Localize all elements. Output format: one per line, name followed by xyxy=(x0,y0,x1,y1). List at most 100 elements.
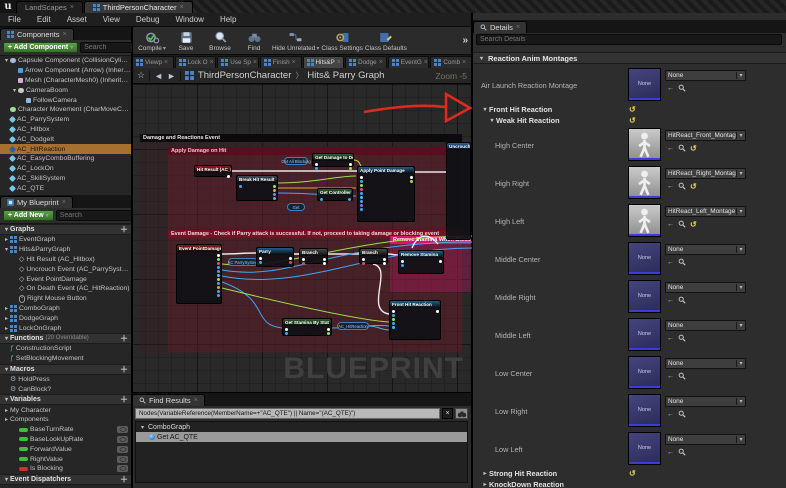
close-icon[interactable]: × xyxy=(253,59,257,66)
expander-icon[interactable]: ▸ xyxy=(3,236,10,243)
save-button[interactable]: Save xyxy=(170,27,202,54)
add-new-button[interactable]: + Add New ▾ xyxy=(3,210,54,221)
asset-dropdown[interactable]: None ▾ xyxy=(665,244,746,255)
section-header-variables[interactable]: ▾ Variables ＋ xyxy=(0,394,131,406)
expander-icon[interactable]: ▾ xyxy=(3,246,10,253)
variable-visibility-eye-icon[interactable] xyxy=(117,426,128,434)
asset-dropdown[interactable]: None ▾ xyxy=(665,396,746,407)
close-icon[interactable]: × xyxy=(63,31,67,38)
reset-to-default-icon[interactable]: ↺ xyxy=(690,182,697,190)
asset-thumbnail[interactable]: None xyxy=(628,68,661,101)
menu-help[interactable]: Help xyxy=(212,13,244,26)
use-selected-asset-icon[interactable]: ← xyxy=(667,145,674,152)
class-defaults-button[interactable]: Class Defaults xyxy=(365,27,407,54)
expander-icon[interactable]: ▾ xyxy=(11,87,18,94)
nav-forward-icon[interactable]: ► xyxy=(167,71,176,81)
my-blueprint-item[interactable]: ▸ EventGraph xyxy=(0,235,131,245)
add-icon[interactable]: ＋ xyxy=(120,364,128,375)
menu-asset[interactable]: Asset xyxy=(59,13,95,26)
components-tree-item[interactable]: Arrow Component (Arrow) (Inherited) xyxy=(0,66,131,76)
expander-icon[interactable]: ▸ xyxy=(3,315,10,322)
close-icon[interactable]: × xyxy=(194,397,198,404)
asset-thumbnail[interactable]: None xyxy=(628,394,661,427)
browse-to-asset-icon[interactable] xyxy=(678,258,686,266)
my-blueprint-item[interactable]: ▸ My Character xyxy=(0,405,131,415)
variable-visibility-eye-icon[interactable] xyxy=(117,435,128,443)
toolbar-overflow-chevrons[interactable]: » xyxy=(462,35,468,46)
add-icon[interactable]: ＋ xyxy=(120,474,128,485)
section-header-event-dispatchers[interactable]: ▾ Event Dispatchers ＋ xyxy=(0,473,131,485)
tab-components[interactable]: Components × xyxy=(0,28,74,40)
find-button[interactable]: Find xyxy=(238,27,270,54)
my-blueprint-item[interactable]: ◇ On Death Event (AC_HitReaction) xyxy=(0,284,131,294)
my-blueprint-item[interactable]: ◇ Uncrouch Event (AC_ParrySystem) xyxy=(0,264,131,274)
use-selected-asset-icon[interactable]: ← xyxy=(667,221,674,228)
browse-to-asset-icon[interactable] xyxy=(678,144,686,152)
add-icon[interactable]: ＋ xyxy=(120,394,128,405)
browse-to-asset-icon[interactable] xyxy=(678,410,686,418)
components-tree-item[interactable]: FollowCamera xyxy=(0,95,131,105)
blueprint-graph-canvas[interactable]: BLUEPRINT Damage and Reactions Event Appl… xyxy=(132,84,472,392)
breadcrumb-root[interactable]: ThirdPersonCharacter xyxy=(198,70,291,81)
my-blueprint-item[interactable]: ▸ Components xyxy=(0,415,131,425)
add-icon[interactable]: ＋ xyxy=(120,224,128,235)
tab-find-results[interactable]: Find Results × xyxy=(132,394,205,406)
asset-dropdown[interactable]: None ▾ xyxy=(665,320,746,331)
close-icon[interactable]: × xyxy=(292,59,296,66)
my-blueprint-item[interactable]: ForwardValue xyxy=(0,444,131,454)
nav-back-icon[interactable]: ◄ xyxy=(154,71,163,81)
graph-tab-usesp[interactable]: Use Sp × xyxy=(217,56,259,68)
my-blueprint-item[interactable]: RightValue xyxy=(0,454,131,464)
tab-details[interactable]: Details × xyxy=(473,21,528,33)
asset-dropdown[interactable]: None ▾ xyxy=(665,282,746,293)
asset-thumbnail[interactable]: None xyxy=(628,318,661,351)
my-blueprint-item[interactable]: BaseTurnRate xyxy=(0,425,131,435)
use-selected-asset-icon[interactable]: ← xyxy=(667,449,674,456)
my-blueprint-item[interactable]: ƒ SetBlockingMovement xyxy=(0,354,131,364)
details-group-weak-hit-reaction[interactable]: ▾ Weak Hit Reaction ↺ xyxy=(473,115,786,126)
my-blueprint-item[interactable]: ƒ ConstructionScript xyxy=(0,344,131,354)
my-blueprint-item[interactable]: ▾ Hits&ParryGraph xyxy=(0,245,131,255)
section-header-macros[interactable]: ▾ Macros ＋ xyxy=(0,363,131,375)
graph-tab-eventg[interactable]: EventG × xyxy=(387,56,430,68)
asset-dropdown[interactable]: HitReact_Front_Montage ▾ xyxy=(665,130,746,141)
expander-icon[interactable]: ▾ xyxy=(3,57,10,64)
asset-dropdown[interactable]: HitReact_Right_Montage ▾ xyxy=(665,168,746,179)
browse-to-asset-icon[interactable] xyxy=(678,296,686,304)
close-icon[interactable]: × xyxy=(62,199,66,206)
graph-tab-hitsp[interactable]: Hits&P × xyxy=(302,56,345,68)
close-icon[interactable]: × xyxy=(424,59,428,66)
expander-icon[interactable]: ▾ xyxy=(139,424,146,431)
close-icon[interactable]: × xyxy=(210,59,214,66)
reset-to-default-icon[interactable]: ↺ xyxy=(629,469,636,478)
my-blueprint-item[interactable]: ◇ Event PointDamage xyxy=(0,274,131,284)
menu-file[interactable]: File xyxy=(0,13,29,26)
graph-tab-locko[interactable]: Lock O × xyxy=(174,56,217,68)
close-icon[interactable]: × xyxy=(180,4,184,11)
section-header-functions[interactable]: ▾ Functions (20 Overridable) ＋ xyxy=(0,332,131,344)
components-tree-item[interactable]: ▾ Capsule Component (CollisionCylinder) (… xyxy=(0,56,131,66)
close-icon[interactable]: × xyxy=(70,4,74,11)
asset-dropdown[interactable]: HitReact_Left_Montage ▾ xyxy=(665,206,746,217)
asset-thumbnail[interactable] xyxy=(628,128,661,161)
expander-icon[interactable]: ▸ xyxy=(481,481,489,488)
asset-thumbnail[interactable] xyxy=(628,166,661,199)
clear-search-icon[interactable]: × xyxy=(442,408,453,419)
reset-to-default-icon[interactable]: ↺ xyxy=(690,220,697,228)
components-tree-item[interactable]: Character Movement (CharMoveComp) (I xyxy=(0,105,131,115)
expander-icon[interactable]: ▾ xyxy=(488,117,496,124)
browse-to-asset-icon[interactable] xyxy=(678,182,686,190)
details-group-knockdown-reaction[interactable]: ▸ KnockDown Reaction xyxy=(473,479,786,488)
my-blueprint-item[interactable]: ⚙ CanBlock? xyxy=(0,384,131,394)
breadcrumb-current[interactable]: Hits& Parry Graph xyxy=(307,70,384,81)
asset-thumbnail[interactable] xyxy=(628,204,661,237)
my-blueprint-item[interactable]: Right Mouse Button xyxy=(0,294,131,304)
section-header-graphs[interactable]: ▾ Graphs ＋ xyxy=(0,224,131,235)
expander-icon[interactable]: ▾ xyxy=(481,106,489,113)
use-selected-asset-icon[interactable]: ← xyxy=(667,411,674,418)
graph-tab-viewp[interactable]: Viewp × xyxy=(132,56,174,68)
details-search-input[interactable] xyxy=(476,34,782,45)
use-selected-asset-icon[interactable]: ← xyxy=(667,297,674,304)
my-blueprint-item[interactable]: BaseLookUpRate xyxy=(0,435,131,445)
asset-thumbnail[interactable]: None xyxy=(628,242,661,275)
